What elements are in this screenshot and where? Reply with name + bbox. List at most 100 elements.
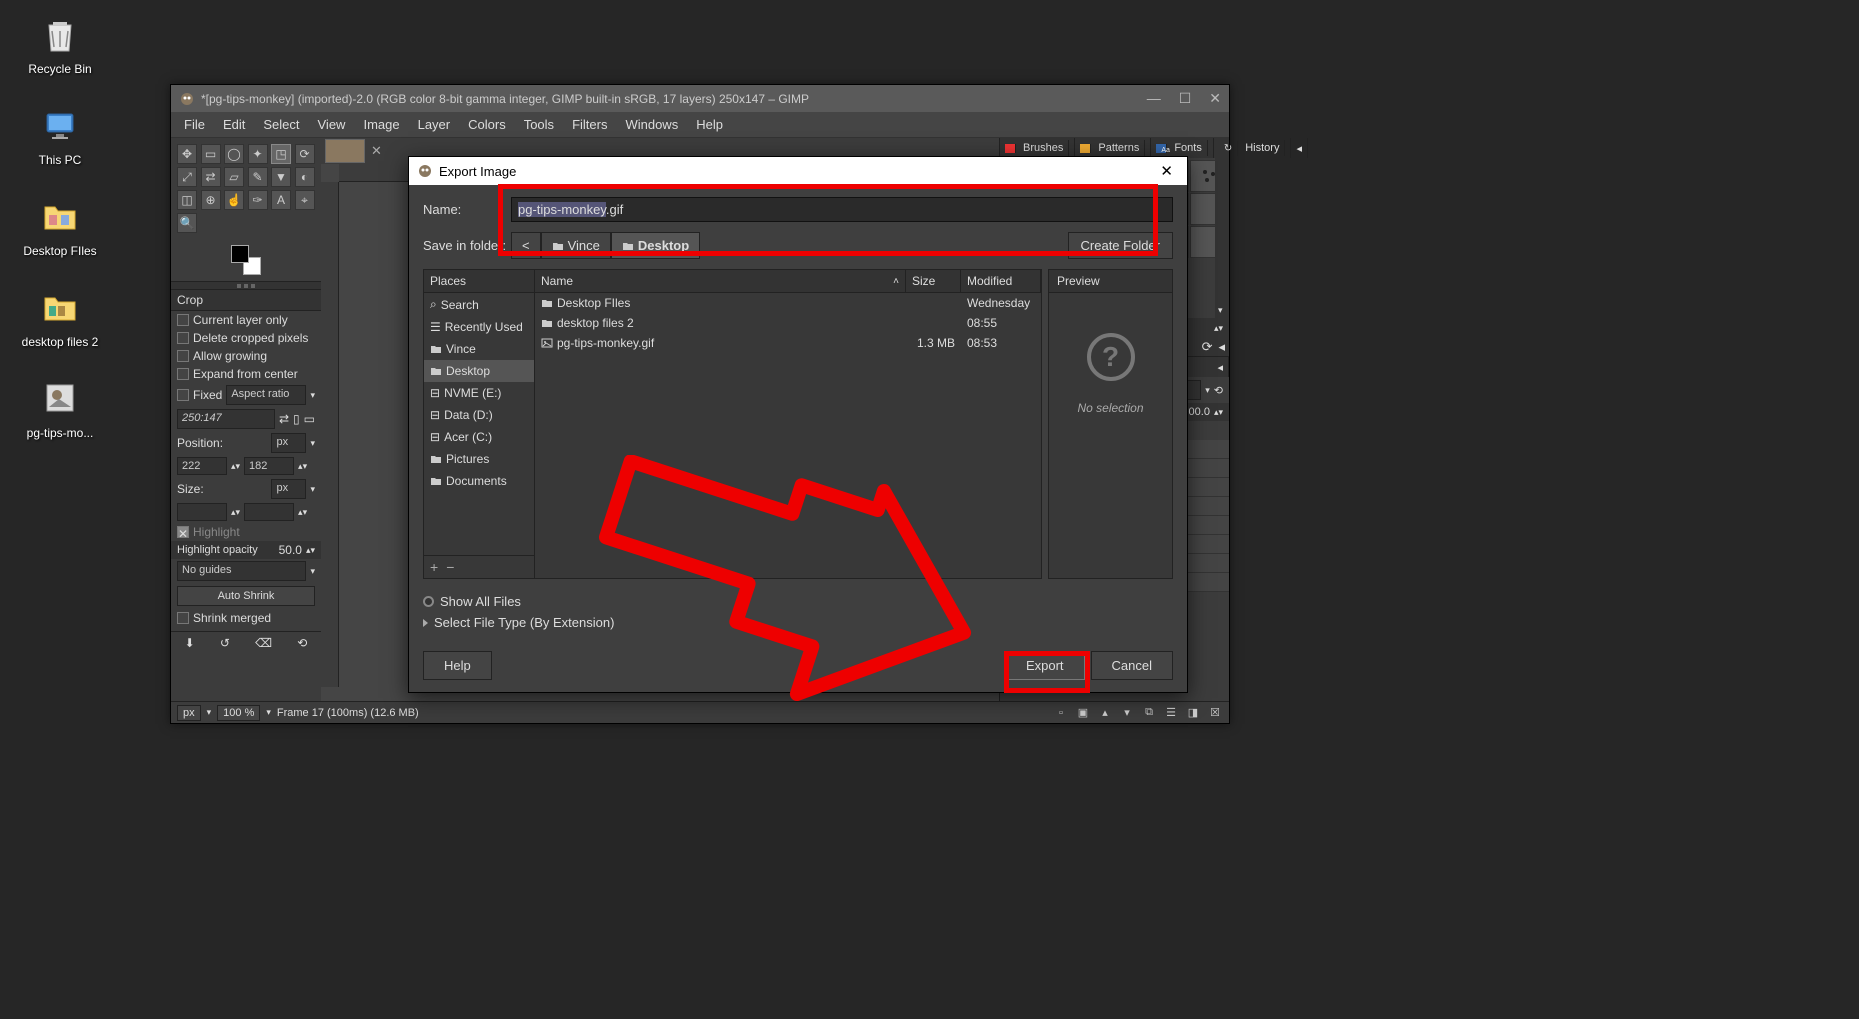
menu-edit[interactable]: Edit: [216, 114, 252, 135]
tool-move[interactable]: ✥: [177, 144, 197, 164]
delete-layer-icon[interactable]: ☒: [1207, 706, 1223, 719]
auto-shrink-button[interactable]: Auto Shrink: [177, 586, 315, 606]
layer-up-icon[interactable]: ▴: [1097, 706, 1113, 719]
tool-eraser[interactable]: ◫: [177, 190, 197, 210]
menu-help[interactable]: Help: [689, 114, 730, 135]
checkbox-shrink-merged[interactable]: [177, 612, 189, 624]
expand-icon[interactable]: [423, 619, 428, 627]
unit-select[interactable]: px: [177, 705, 201, 721]
tool-flip[interactable]: ⇄: [201, 167, 221, 187]
export-titlebar[interactable]: Export Image ✕: [409, 157, 1187, 185]
tab-patterns[interactable]: Patterns: [1075, 138, 1151, 158]
merge-icon[interactable]: ☰: [1163, 706, 1179, 719]
menu-image[interactable]: Image: [356, 114, 406, 135]
duplicate-layer-icon[interactable]: ⧉: [1141, 706, 1157, 719]
menu-icon[interactable]: ◂: [1218, 339, 1225, 355]
fg-bg-colors[interactable]: [231, 245, 261, 275]
minimize-button[interactable]: —: [1147, 90, 1161, 107]
place-search[interactable]: ⌕Search: [424, 293, 534, 316]
place-item[interactable]: Pictures: [424, 448, 534, 470]
cancel-button[interactable]: Cancel: [1091, 651, 1173, 680]
layer-down-icon[interactable]: ▾: [1119, 706, 1135, 719]
menu-layer[interactable]: Layer: [411, 114, 458, 135]
tool-text[interactable]: A: [271, 190, 291, 210]
menu-filters[interactable]: Filters: [565, 114, 614, 135]
tool-zoom[interactable]: 🔍: [177, 213, 197, 233]
reset-icon[interactable]: ⟲: [297, 636, 307, 650]
create-folder-button[interactable]: Create Folder: [1068, 232, 1173, 259]
delete-icon[interactable]: ⌫: [255, 636, 272, 650]
tool-bucket[interactable]: ▼: [271, 167, 291, 187]
place-item-selected[interactable]: Desktop: [424, 360, 534, 382]
close-tab-icon[interactable]: ✕: [371, 143, 382, 159]
save-preset-icon[interactable]: ⬇: [185, 636, 195, 650]
desktop-icon-image[interactable]: pg-tips-mo...: [10, 374, 110, 440]
checkbox-highlight[interactable]: ✕: [177, 526, 189, 538]
tab-menu-icon[interactable]: ◂: [1291, 138, 1308, 158]
maximize-button[interactable]: ☐: [1179, 90, 1192, 107]
breadcrumb-back-button[interactable]: <: [511, 232, 541, 259]
tool-paintbrush[interactable]: ✎: [248, 167, 268, 187]
place-item[interactable]: Vince: [424, 338, 534, 360]
add-place-button[interactable]: +: [430, 559, 438, 575]
export-button[interactable]: Export: [1005, 651, 1085, 680]
close-button[interactable]: ✕: [1209, 90, 1221, 107]
zoom-select[interactable]: 100 %: [217, 705, 260, 721]
tool-path[interactable]: ✑: [248, 190, 268, 210]
tab-history[interactable]: ↻History: [1214, 138, 1292, 158]
swap-icon[interactable]: ⇄: [279, 412, 289, 426]
place-item[interactable]: ⊟NVME (E:): [424, 382, 534, 404]
place-recent[interactable]: ☰Recently Used: [424, 316, 534, 338]
checkbox[interactable]: [177, 368, 189, 380]
landscape-icon[interactable]: ▭: [304, 412, 315, 426]
tool-color-picker[interactable]: ⌖: [295, 190, 315, 210]
size-unit-select[interactable]: px: [271, 479, 306, 499]
tool-smudge[interactable]: ☝: [224, 190, 244, 210]
tool-free-select[interactable]: ◯: [224, 144, 244, 164]
ruler-vertical[interactable]: [321, 182, 339, 687]
checkbox[interactable]: [177, 350, 189, 362]
place-item[interactable]: ⊟Acer (C:): [424, 426, 534, 448]
column-size[interactable]: Size: [906, 270, 961, 292]
checkbox[interactable]: [177, 332, 189, 344]
close-button[interactable]: ✕: [1154, 162, 1179, 180]
desktop-icon-folder[interactable]: Desktop FIles: [10, 192, 110, 258]
tool-crop[interactable]: ◳: [271, 144, 291, 164]
menu-colors[interactable]: Colors: [461, 114, 513, 135]
filename-input[interactable]: pg-tips-monkey.gif: [511, 197, 1173, 222]
tool-gradient[interactable]: ◐: [295, 167, 315, 187]
pos-unit-select[interactable]: px: [271, 433, 306, 453]
breadcrumb-item[interactable]: Vince: [541, 232, 611, 259]
place-item[interactable]: ⊟Data (D:): [424, 404, 534, 426]
menu-windows[interactable]: Windows: [618, 114, 685, 135]
desktop-icon-recycle-bin[interactable]: Recycle Bin: [10, 10, 110, 76]
desktop-icon-this-pc[interactable]: This PC: [10, 101, 110, 167]
reset-icon[interactable]: ⟲: [1214, 384, 1223, 397]
tool-scale[interactable]: ⤢: [177, 167, 197, 187]
guides-select[interactable]: No guides: [177, 561, 306, 581]
desktop-icon-folder-2[interactable]: desktop files 2: [10, 283, 110, 349]
mask-icon[interactable]: ◨: [1185, 706, 1201, 719]
portrait-icon[interactable]: ▯: [293, 412, 300, 426]
layer-group-icon[interactable]: ▣: [1075, 706, 1091, 719]
file-row[interactable]: pg-tips-monkey.gif 1.3 MB 08:53: [535, 333, 1041, 353]
column-name[interactable]: Name˄: [535, 270, 906, 292]
pos-x-input[interactable]: [177, 457, 227, 475]
column-modified[interactable]: Modified: [961, 270, 1041, 292]
tool-rotate[interactable]: ⟳: [295, 144, 315, 164]
fixed-mode-select[interactable]: Aspect ratio: [226, 385, 306, 405]
place-item[interactable]: Documents: [424, 470, 534, 492]
gimp-titlebar[interactable]: *[pg-tips-monkey] (imported)-2.0 (RGB co…: [171, 85, 1229, 112]
tab-fonts[interactable]: AaFonts: [1151, 138, 1214, 158]
tool-fuzzy-select[interactable]: ✦: [248, 144, 268, 164]
radio-show-all[interactable]: [423, 596, 434, 607]
breadcrumb-item-active[interactable]: Desktop: [611, 232, 700, 259]
ratio-input[interactable]: 250:147: [177, 409, 275, 429]
tool-clone[interactable]: ⊕: [201, 190, 221, 210]
checkbox-fixed[interactable]: [177, 389, 189, 401]
tab-menu-icon[interactable]: ◂: [1212, 357, 1229, 377]
image-tab[interactable]: [325, 139, 365, 163]
remove-place-button[interactable]: −: [446, 559, 454, 575]
size-w-input[interactable]: [177, 503, 227, 521]
menu-view[interactable]: View: [311, 114, 353, 135]
